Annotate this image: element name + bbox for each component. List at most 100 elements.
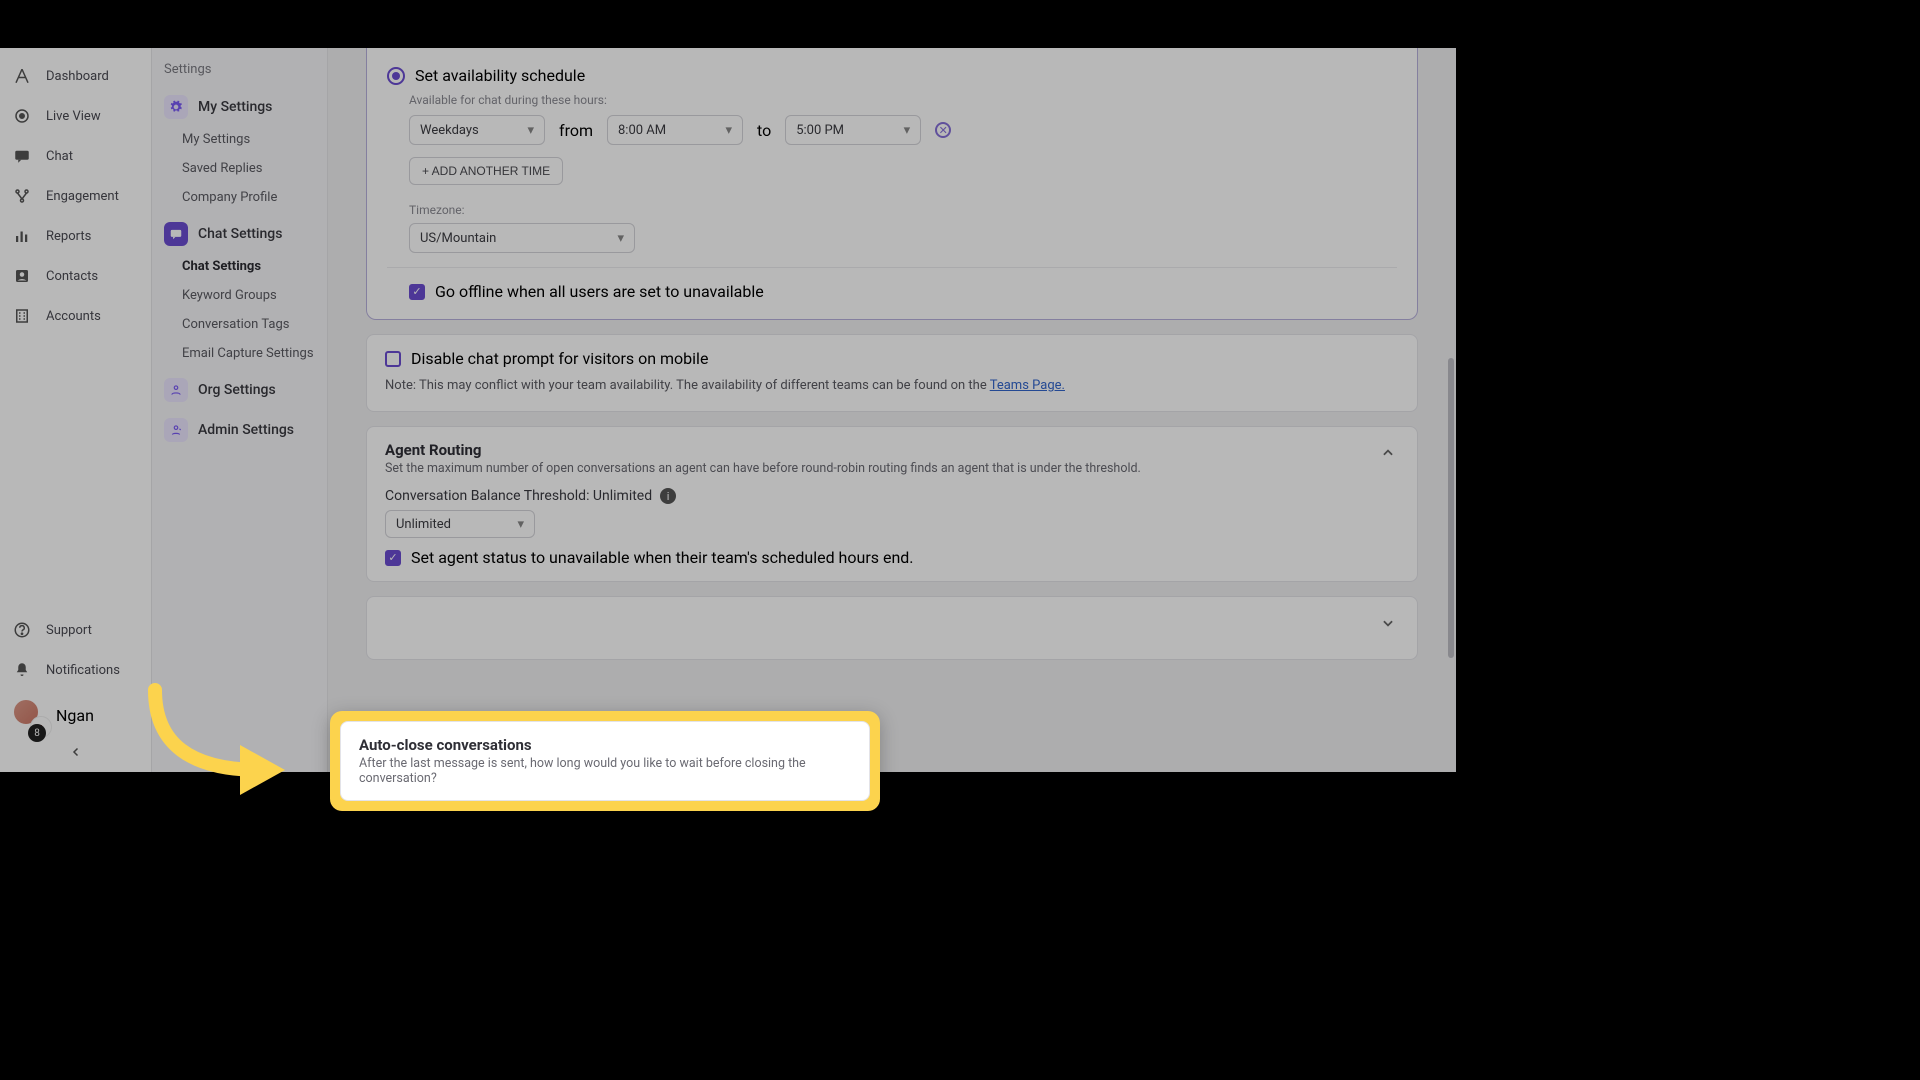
sidebar-sub-companyprofile[interactable]: Company Profile	[162, 183, 317, 212]
select-value: 8:00 AM	[618, 123, 666, 138]
user-name: Ngan	[56, 706, 94, 725]
threshold-select[interactable]: Unlimited ▾	[385, 510, 535, 538]
sidebar-group-label: Org Settings	[198, 382, 276, 398]
chevron-left-icon	[70, 746, 82, 758]
nav-chat[interactable]: Chat	[0, 136, 151, 176]
target-icon	[12, 106, 32, 126]
nav-engagement[interactable]: Engagement	[0, 176, 151, 216]
sidebar-sub-mysettings[interactable]: My Settings	[162, 125, 317, 154]
nav-accounts[interactable]: Accounts	[0, 296, 151, 336]
nav-label: Notifications	[46, 663, 120, 678]
section-desc: After the last message is sent, how long…	[359, 756, 851, 786]
nav-dashboard[interactable]: Dashboard	[0, 56, 151, 96]
autoclose-card-collapsed	[366, 596, 1418, 660]
nav-label: Engagement	[46, 189, 119, 204]
checkbox-label: Disable chat prompt for visitors on mobi…	[411, 349, 708, 368]
contact-icon	[12, 266, 32, 286]
section-title: Agent Routing	[385, 441, 1141, 459]
button-label: + ADD ANOTHER TIME	[422, 164, 550, 178]
user-menu[interactable]: g. 8 Ngan	[0, 690, 151, 740]
nav-liveview[interactable]: Live View	[0, 96, 151, 136]
nav-notifications[interactable]: Notifications	[0, 650, 151, 690]
select-value: Unlimited	[396, 517, 451, 532]
nav-label: Live View	[46, 109, 101, 124]
autoclose-spotlight-card: Auto-close conversations After the last …	[340, 721, 870, 801]
sidebar-sub-emailcapture[interactable]: Email Capture Settings	[162, 339, 317, 368]
radio-icon	[387, 67, 405, 85]
agent-routing-card: Agent Routing Set the maximum number of …	[366, 426, 1418, 582]
nav-label: Contacts	[46, 269, 98, 284]
logo-icon	[12, 66, 32, 86]
sidebar-group-adminsettings[interactable]: Admin Settings	[162, 412, 317, 448]
chat-icon	[12, 146, 32, 166]
nav-contacts[interactable]: Contacts	[0, 256, 151, 296]
sidebar-group-label: My Settings	[198, 99, 272, 115]
info-icon[interactable]: i	[660, 488, 676, 504]
hours-sublabel: Available for chat during these hours:	[409, 93, 1397, 107]
bell-icon	[12, 660, 32, 680]
nav-label: Dashboard	[46, 69, 109, 84]
nav-support[interactable]: Support	[0, 610, 151, 650]
section-title: Auto-close conversations	[359, 736, 851, 754]
sidebar-group-chatsettings[interactable]: Chat Settings	[162, 216, 317, 252]
org-icon	[164, 378, 188, 402]
chevron-down-icon: ▾	[617, 231, 624, 246]
checkbox-checked-icon: ✓	[409, 284, 425, 300]
sidebar-group-mysettings[interactable]: My Settings	[162, 89, 317, 125]
note-text-prefix: Note: This may conflict with your team a…	[385, 378, 990, 393]
collapse-nav[interactable]	[0, 740, 151, 764]
gear-icon	[164, 95, 188, 119]
from-label: from	[559, 121, 593, 140]
agent-status-checkbox-row[interactable]: ✓ Set agent status to unavailable when t…	[385, 548, 1399, 567]
scrollbar[interactable]	[1448, 358, 1454, 658]
chevron-up-icon	[1381, 446, 1395, 460]
divider	[387, 267, 1397, 268]
help-icon	[12, 620, 32, 640]
nav-reports[interactable]: Reports	[0, 216, 151, 256]
nav-label: Reports	[46, 229, 91, 244]
threshold-label: Conversation Balance Threshold: Unlimite…	[385, 488, 652, 504]
add-time-button[interactable]: + ADD ANOTHER TIME	[409, 157, 563, 185]
chevron-down-icon	[1381, 616, 1395, 630]
availability-outer-card: Disable chat prompt for visitors on mobi…	[366, 334, 1418, 412]
to-label: to	[757, 121, 771, 140]
availability-card: Set availability schedule Available for …	[366, 48, 1418, 320]
nav-label: Chat	[46, 149, 73, 164]
remove-time-button[interactable]: ✕	[935, 122, 951, 138]
radio-schedule[interactable]: Set availability schedule	[387, 66, 1397, 85]
expand-section-button[interactable]	[1377, 611, 1399, 638]
chat-settings-icon	[164, 222, 188, 246]
sidebar-group-label: Chat Settings	[198, 226, 282, 242]
select-value: Weekdays	[420, 123, 479, 138]
offline-checkbox-row[interactable]: ✓ Go offline when all users are set to u…	[409, 282, 1397, 301]
sidebar-sub-chatsettings[interactable]: Chat Settings	[162, 252, 317, 281]
checkbox-checked-icon: ✓	[385, 550, 401, 566]
sidebar-sub-conversationtags[interactable]: Conversation Tags	[162, 310, 317, 339]
sidebar-group-label: Admin Settings	[198, 422, 294, 438]
sidebar-group-orgsettings[interactable]: Org Settings	[162, 372, 317, 408]
to-time-select[interactable]: 5:00 PM ▾	[785, 115, 921, 145]
bar-chart-icon	[12, 226, 32, 246]
sidebar-sub-savedreplies[interactable]: Saved Replies	[162, 154, 317, 183]
days-select[interactable]: Weekdays ▾	[409, 115, 545, 145]
teams-page-link[interactable]: Teams Page.	[990, 378, 1065, 393]
avatar: g. 8	[12, 698, 46, 732]
collapse-section-button[interactable]	[1377, 441, 1399, 468]
timezone-select[interactable]: US/Mountain ▾	[409, 223, 635, 253]
chevron-down-icon: ▾	[517, 517, 524, 532]
disable-mobile-checkbox-row[interactable]: Disable chat prompt for visitors on mobi…	[385, 349, 1399, 368]
admin-icon	[164, 418, 188, 442]
sidebar-title: Settings	[162, 62, 317, 77]
settings-sidebar: Settings My Settings My Settings Saved R…	[152, 48, 328, 772]
checkbox-label: Go offline when all users are set to una…	[435, 282, 764, 301]
sidebar-sub-keywordgroups[interactable]: Keyword Groups	[162, 281, 317, 310]
main-nav: Dashboard Live View Chat Engagement Repo…	[0, 48, 152, 772]
nav-label: Support	[46, 623, 92, 638]
spotlight-highlight: Auto-close conversations After the last …	[330, 711, 880, 811]
availability-note: Note: This may conflict with your team a…	[385, 378, 1399, 393]
from-time-select[interactable]: 8:00 AM ▾	[607, 115, 743, 145]
select-value: US/Mountain	[420, 231, 496, 246]
main-content: Set availability schedule Available for …	[328, 48, 1456, 772]
building-icon	[12, 306, 32, 326]
chevron-down-icon: ▾	[904, 123, 911, 138]
